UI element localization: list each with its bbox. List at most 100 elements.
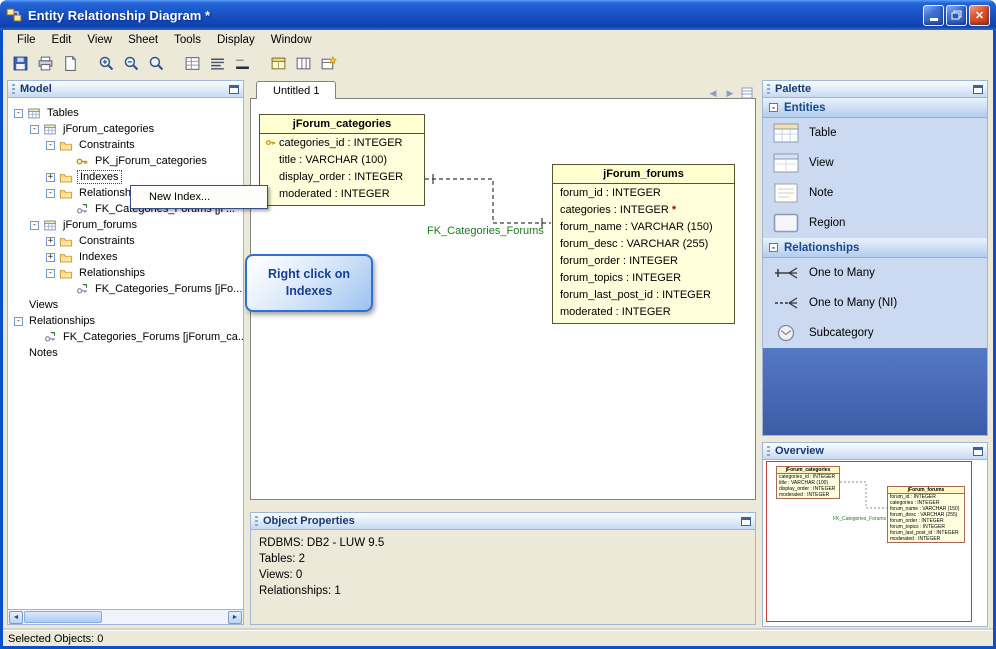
zoom-out-button[interactable] (120, 52, 143, 75)
scroll-left-icon[interactable]: ◄ (9, 610, 23, 624)
expander-minus-icon[interactable]: - (46, 188, 55, 198)
palette-section-entities[interactable]: - Entities (763, 98, 987, 118)
palette-item-note[interactable]: Note (763, 178, 987, 208)
grip-icon[interactable] (767, 84, 770, 94)
table-field[interactable]: categories_id : INTEGER (260, 134, 424, 151)
zoom-in-icon (98, 55, 115, 72)
float-window-icon[interactable] (973, 84, 983, 94)
expander-minus-icon[interactable]: - (30, 124, 39, 134)
table-button[interactable] (267, 52, 290, 75)
tree-item-constraints[interactable]: - Constraints (8, 137, 243, 153)
tree-item-indexes[interactable]: + Indexes (8, 169, 243, 185)
zoom-button[interactable] (145, 52, 168, 75)
viewport-rectangle[interactable] (766, 461, 972, 622)
close-button[interactable]: ✕ (969, 4, 990, 26)
menu-tools[interactable]: Tools (166, 31, 209, 49)
tree-item-jforum-categories[interactable]: - jForum_categories (8, 121, 243, 137)
tab-untitled-1[interactable]: Untitled 1 (256, 81, 337, 99)
align-lines-button[interactable] (206, 52, 229, 75)
palette-item-one-to-many[interactable]: One to Many (763, 258, 987, 288)
foreign-key-icon (75, 283, 89, 296)
tree-item-indexes[interactable]: + Indexes (8, 249, 243, 265)
collapse-icon[interactable]: - (769, 103, 778, 112)
scrollbar-thumb[interactable] (24, 611, 102, 623)
tree-item-fk-categories-forums[interactable]: FK_Categories_Forums [jFo... (8, 281, 243, 297)
tree-item-tables[interactable]: - Tables (8, 105, 243, 121)
horizontal-scrollbar[interactable]: ◄ ► (7, 610, 244, 625)
expander-minus-icon[interactable]: - (14, 316, 23, 326)
grip-icon[interactable] (255, 516, 258, 526)
underline-icon (234, 55, 251, 72)
table-field[interactable]: moderated : INTEGER (260, 185, 424, 202)
relationships-count: Relationships: 1 (259, 585, 341, 597)
table-field[interactable]: forum_id : INTEGER (553, 184, 734, 201)
scroll-right-icon[interactable]: ► (228, 610, 242, 624)
diagram-table-jforum-forums[interactable]: jForum_forums forum_id : INTEGER categor… (552, 164, 735, 324)
tree-item-notes[interactable]: Notes (8, 345, 243, 361)
table-field[interactable]: display_order : INTEGER (260, 168, 424, 185)
table-new-button[interactable] (317, 52, 340, 75)
tree-item-fk-categories-forums[interactable]: FK_Categories_Forums [jForum_ca... (8, 329, 243, 345)
next-sheet-icon[interactable]: ▶ (724, 87, 736, 99)
tree-item-relationships-root[interactable]: - Relationships (8, 313, 243, 329)
menu-view[interactable]: View (79, 31, 120, 49)
expander-plus-icon[interactable]: + (46, 236, 55, 246)
table-columns-button[interactable] (292, 52, 315, 75)
palette-item-table[interactable]: Table (763, 118, 987, 148)
expander-minus-icon[interactable]: - (46, 268, 55, 278)
menu-item-new-index[interactable]: New Index... (133, 188, 265, 206)
sheet-list-icon[interactable] (741, 87, 753, 99)
table-field[interactable]: forum_last_post_id : INTEGER (553, 286, 734, 303)
status-bar: Selected Objects: 0 (3, 630, 993, 646)
menu-window[interactable]: Window (263, 31, 320, 49)
table-field[interactable]: forum_topics : INTEGER (553, 269, 734, 286)
menu-edit[interactable]: Edit (44, 31, 80, 49)
table-field[interactable]: forum_order : INTEGER (553, 252, 734, 269)
expander-minus-icon[interactable]: - (30, 220, 39, 230)
print-button[interactable] (34, 52, 57, 75)
palette-section-relationships[interactable]: - Relationships (763, 238, 987, 258)
diagram-table-jforum-categories[interactable]: jForum_categories categories_id : INTEGE… (259, 114, 425, 206)
expander-minus-icon[interactable]: - (46, 140, 55, 150)
expander-plus-icon[interactable]: + (46, 172, 55, 182)
underline-button[interactable] (231, 52, 254, 75)
palette-item-view[interactable]: View (763, 148, 987, 178)
float-window-icon[interactable] (229, 84, 239, 94)
restore-button[interactable] (946, 4, 967, 26)
close-icon: ✕ (974, 9, 985, 22)
tree-item-relationships[interactable]: - Relationships (8, 265, 243, 281)
table-field[interactable]: forum_name : VARCHAR (150) (553, 218, 734, 235)
table-field[interactable]: moderated : INTEGER (553, 303, 734, 320)
table-field[interactable]: forum_desc : VARCHAR (255) (553, 235, 734, 252)
print-preview-button[interactable] (59, 52, 82, 75)
expander-minus-icon[interactable]: - (14, 108, 23, 118)
zoom-in-button[interactable] (95, 52, 118, 75)
table-title[interactable]: jForum_categories (260, 115, 424, 134)
collapse-icon[interactable]: - (769, 243, 778, 252)
float-window-icon[interactable] (741, 516, 751, 526)
table-field[interactable]: title : VARCHAR (100) (260, 151, 424, 168)
table-field[interactable]: categories : INTEGER * (553, 201, 734, 218)
menu-file[interactable]: File (9, 31, 44, 49)
menu-display[interactable]: Display (209, 31, 263, 49)
prev-sheet-icon[interactable]: ◀ (707, 87, 719, 99)
model-panel-title: Model (20, 83, 52, 95)
palette-item-subcategory[interactable]: Subcategory (763, 318, 987, 348)
palette-item-one-to-many-ni[interactable]: One to Many (NI) (763, 288, 987, 318)
tree-item-pk-jforum-categories[interactable]: PK_jForum_categories (8, 153, 243, 169)
menu-sheet[interactable]: Sheet (120, 31, 166, 49)
palette-item-region[interactable]: Region (763, 208, 987, 238)
tree-item-constraints[interactable]: + Constraints (8, 233, 243, 249)
float-window-icon[interactable] (973, 446, 983, 456)
save-button[interactable] (9, 52, 32, 75)
primary-key-icon (264, 137, 277, 148)
grip-icon[interactable] (12, 84, 15, 94)
grid-button[interactable] (181, 52, 204, 75)
grip-icon[interactable] (767, 446, 770, 456)
minimize-button[interactable] (923, 4, 944, 26)
relationship-label[interactable]: FK_Categories_Forums (427, 225, 544, 237)
tree-item-jforum-forums[interactable]: - jForum_forums (8, 217, 243, 233)
tree-item-views[interactable]: Views (8, 297, 243, 313)
table-title[interactable]: jForum_forums (553, 165, 734, 184)
expander-plus-icon[interactable]: + (46, 252, 55, 262)
